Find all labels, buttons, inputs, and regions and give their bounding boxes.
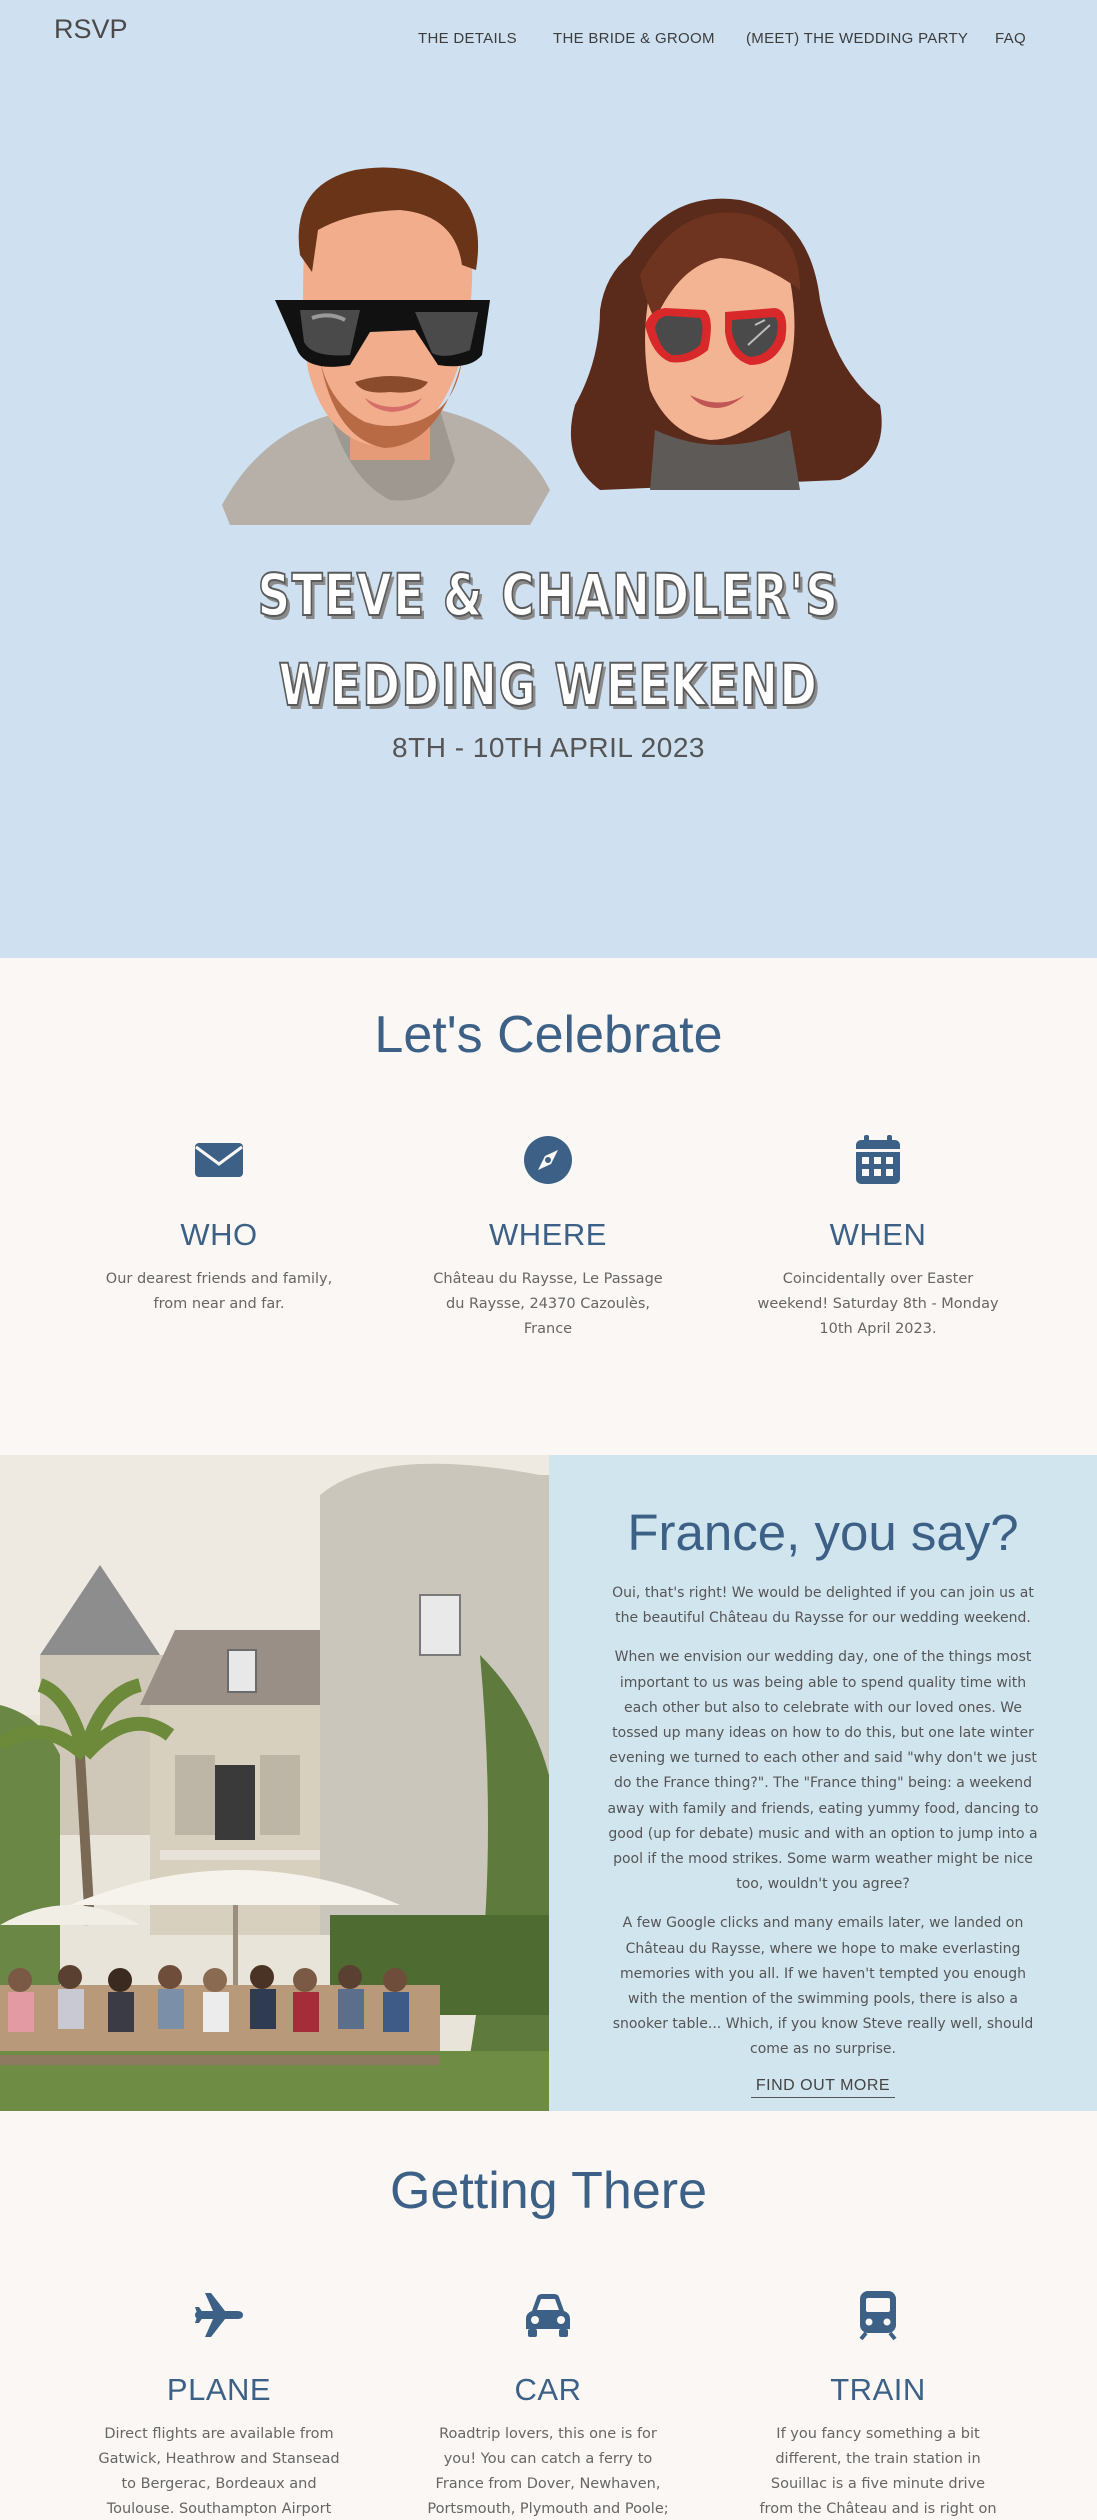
hero-section: RSVP THE DETAILS THE BRIDE & GROOM (MEET… <box>0 0 1097 958</box>
main-nav: THE DETAILS THE BRIDE & GROOM (MEET) THE… <box>0 30 1097 50</box>
france-section: France, you say? Oui, that's right! We w… <box>0 1455 1097 2111</box>
car-text: Roadtrip lovers, this one is for you! Yo… <box>427 2426 669 2517</box>
celebrate-section: Let's Celebrate WHO Our dearest friends … <box>0 958 1097 1455</box>
where-column: WHERE Château du Raysse, Le Passage du R… <box>423 1134 673 1342</box>
france-paragraphs: Oui, that's right! We would be delighted… <box>605 1581 1041 2098</box>
hero-title-line-2: WEDDING WEEKEND <box>278 650 819 720</box>
groom-illustration <box>222 167 550 525</box>
nav-link-details[interactable]: THE DETAILS <box>418 30 517 47</box>
train-column: TRAIN If you fancy something a bit diffe… <box>753 2289 1003 2520</box>
plane-column: PLANE Direct flights are available from … <box>94 2289 344 2520</box>
nav-link-faq[interactable]: FAQ <box>995 30 1026 47</box>
calendar-icon <box>856 1135 900 1184</box>
france-paragraph-3: A few Google clicks and many emails late… <box>612 1915 1034 2058</box>
getting-there-section: Getting There PLANE Direct flights are a… <box>0 2111 1097 2520</box>
train-icon <box>859 2291 897 2341</box>
who-column: WHO Our dearest friends and family, from… <box>94 1134 344 1317</box>
when-title: WHEN <box>829 1217 927 1252</box>
plane-text: Direct flights are available from Gatwic… <box>98 2426 340 2517</box>
celebrate-heading: Let's Celebrate <box>374 1006 723 1064</box>
nav-link-bride-groom[interactable]: THE BRIDE & GROOM <box>553 30 715 47</box>
who-text: Our dearest friends and family, from nea… <box>105 1271 333 1312</box>
train-text: If you fancy something a bit different, … <box>759 2426 997 2517</box>
france-text-panel: France, you say? Oui, that's right! We w… <box>549 1455 1097 2111</box>
couple-portrait-illustration <box>222 167 882 525</box>
wedding-dates: 8TH - 10TH APRIL 2023 <box>392 732 705 763</box>
plane-title: PLANE <box>166 2372 272 2407</box>
when-text: Coincidentally over Easter weekend! Satu… <box>757 1271 999 1337</box>
car-title: CAR <box>514 2372 582 2407</box>
getting-there-heading: Getting There <box>389 2162 707 2220</box>
chateau-photo <box>0 1455 549 2111</box>
envelope-icon <box>195 1143 243 1177</box>
hero-title-line-1: STEVE & CHANDLER'S <box>257 560 840 630</box>
nav-link-wedding-party[interactable]: (MEET) THE WEDDING PARTY <box>746 30 968 47</box>
when-column: WHEN Coincidentally over Easter weekend!… <box>753 1134 1003 1342</box>
who-title: WHO <box>180 1217 258 1252</box>
train-title: TRAIN <box>830 2372 926 2407</box>
compass-icon <box>524 1136 572 1184</box>
where-title: WHERE <box>489 1217 607 1252</box>
where-text: Château du Raysse, Le Passage du Raysse,… <box>433 1271 663 1337</box>
car-column: CAR Roadtrip lovers, this one is for you… <box>423 2289 673 2520</box>
france-paragraph-1: Oui, that's right! We would be delighted… <box>612 1585 1034 1627</box>
bride-illustration <box>570 198 882 490</box>
france-heading: France, you say? <box>627 1504 1019 1561</box>
car-icon <box>526 2294 570 2337</box>
find-out-more-link[interactable]: FIND OUT MORE <box>750 2077 896 2098</box>
plane-icon <box>195 2293 243 2337</box>
france-paragraph-2: When we envision our wedding day, one of… <box>607 1649 1039 1893</box>
